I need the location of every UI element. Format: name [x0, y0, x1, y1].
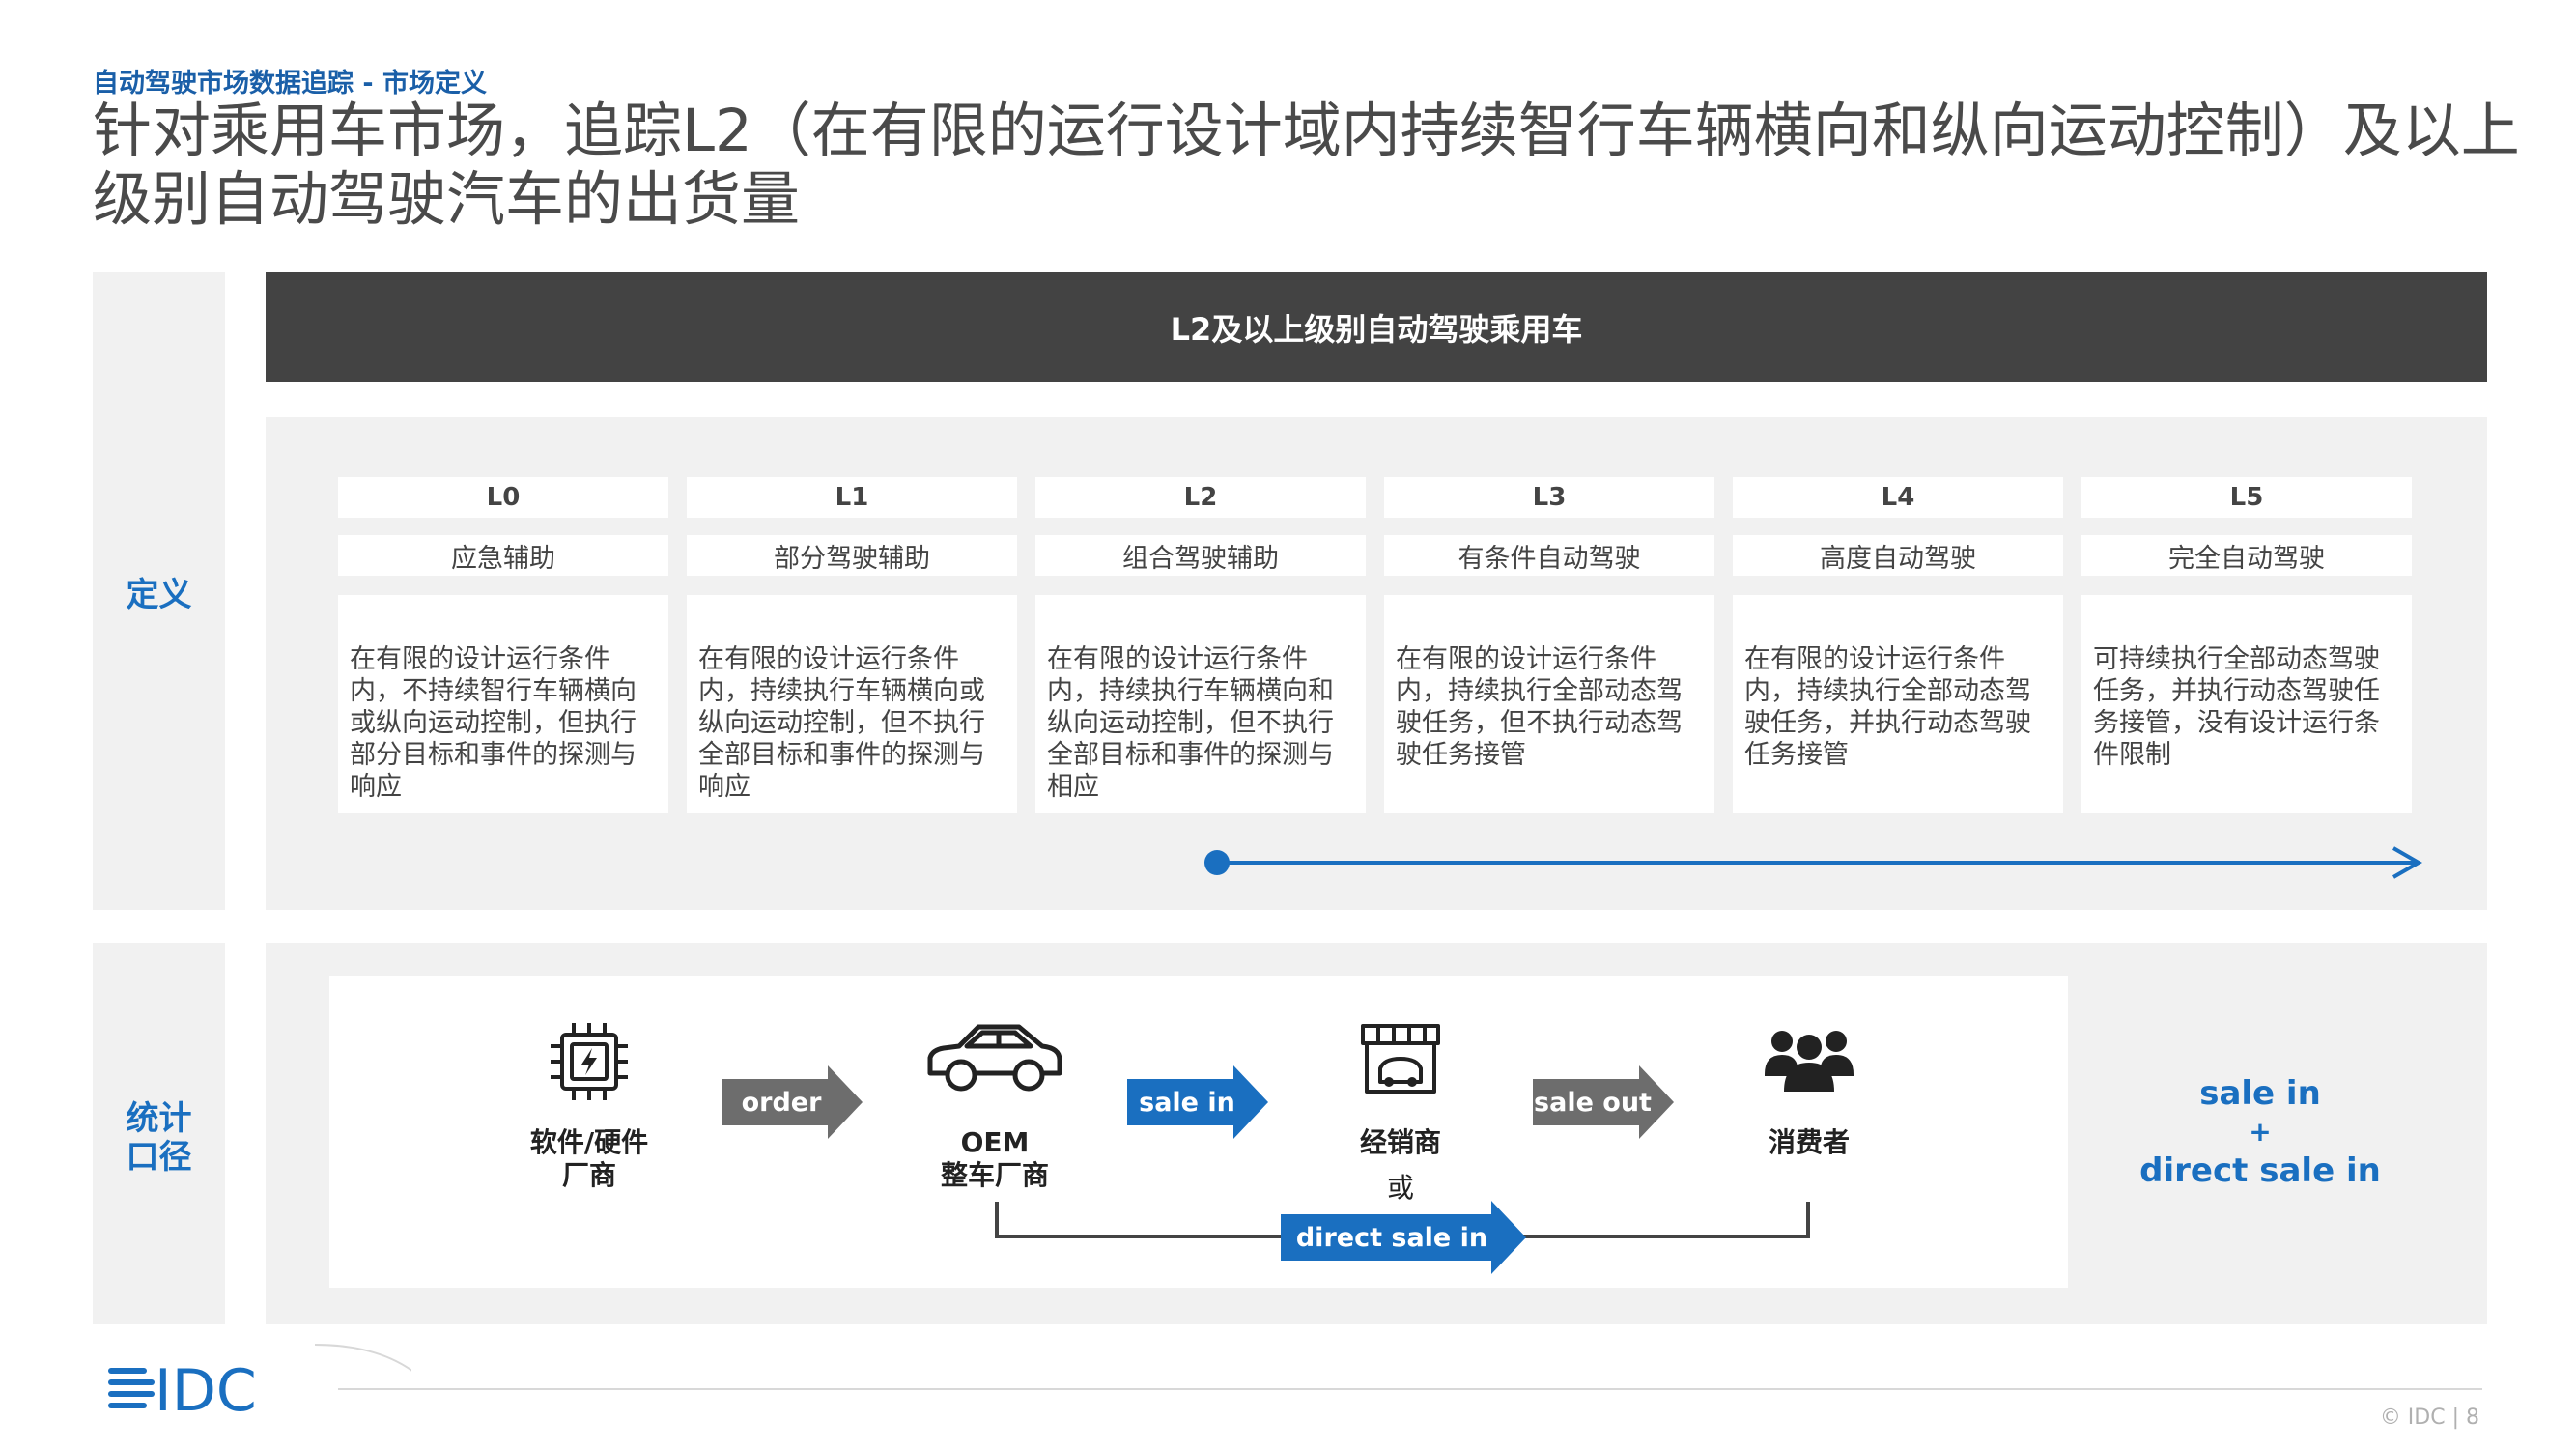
range-arrow — [1204, 846, 2423, 879]
sale-out-arrow-label: sale out — [1534, 1087, 1652, 1118]
level-name: 高度自动驾驶 — [1733, 535, 2063, 576]
consumer-label: 消费者 — [1768, 1126, 1850, 1158]
summary-plus: + — [2249, 1116, 2272, 1148]
supplier-label-line2: 厂商 — [561, 1159, 616, 1191]
dealer-label: 经销商 — [1359, 1126, 1441, 1158]
level-desc: 可持续执行全部动态驾驶任务，并执行动态驾驶任务接管，没有设计运行条件限制 — [2081, 595, 2412, 813]
banner-text: L2及以上级别自动驾驶乘用车 — [1170, 310, 1583, 348]
level-code: L5 — [2081, 477, 2412, 518]
level-desc: 在有限的设计运行条件内，不持续智行车辆横向或纵向运动控制，但执行部分目标和事件的… — [338, 595, 668, 813]
supertitle: 自动驾驶市场数据追踪 - 市场定义 — [93, 69, 488, 99]
idc-logo: IDC — [108, 1344, 411, 1420]
level-desc: 在有限的设计运行条件内，持续执行全部动态驾驶任务，并执行动态驾驶任务接管 — [1733, 595, 2063, 813]
oem-label-line2: 整车厂商 — [940, 1159, 1049, 1191]
chip-icon — [551, 1023, 628, 1100]
level-desc: 在有限的设计运行条件内，持续执行车辆横向或纵向运动控制，但不执行全部目标和事件的… — [687, 595, 1017, 813]
banner: L2及以上级别自动驾驶乘用车 — [266, 272, 2487, 382]
people-icon — [1765, 1031, 1854, 1092]
level-code: L2 — [1035, 477, 1366, 518]
copyright: © IDC | 8 — [2379, 1406, 2479, 1430]
level-code: L4 — [1733, 477, 2063, 518]
level-code: L0 — [338, 477, 668, 518]
order-arrow-label: order — [741, 1087, 822, 1118]
car-icon — [927, 1024, 1062, 1092]
scope-label-line2: 口径 — [126, 1138, 192, 1177]
logo-text: IDC — [155, 1357, 257, 1420]
level-name: 有条件自动驾驶 — [1384, 535, 1714, 576]
direct-sale-arrow-label: direct sale in — [1295, 1222, 1488, 1253]
sale-in-arrow-label: sale in — [1139, 1087, 1235, 1118]
definition-label: 定义 — [126, 576, 192, 614]
oem-label-line1: OEM — [960, 1126, 1030, 1158]
logo-stripes-icon — [108, 1368, 155, 1408]
level-name: 部分驾驶辅助 — [687, 535, 1017, 576]
supplier-label: 软件/硬件 厂商 — [493, 1126, 686, 1192]
supplier-label-line1: 软件/硬件 — [529, 1126, 649, 1158]
level-desc: 在有限的设计运行条件内，持续执行车辆横向和纵向运动控制，但不执行全部目标和事件的… — [1035, 595, 1366, 813]
summary-direct-sale-in: direct sale in — [2139, 1151, 2381, 1190]
level-name: 组合驾驶辅助 — [1035, 535, 1366, 576]
oem-label: OEM 整车厂商 — [898, 1126, 1091, 1192]
level-code: L1 — [687, 477, 1017, 518]
level-name: 完全自动驾驶 — [2081, 535, 2412, 576]
page-title: 针对乘用车市场，追踪L2（在有限的运行设计域内持续智行车辆横向和纵向运动控制）及… — [93, 97, 2520, 234]
summary-sale-in: sale in — [2199, 1074, 2321, 1113]
definition-side-panel: 定义 — [93, 272, 225, 910]
level-desc: 在有限的设计运行条件内，持续执行全部动态驾驶任务，但不执行动态驾驶任务接管 — [1384, 595, 1714, 813]
scope-label-line1: 统计 — [126, 1099, 192, 1138]
footer-divider — [338, 1388, 2482, 1390]
level-name: 应急辅助 — [338, 535, 668, 576]
level-code: L3 — [1384, 477, 1714, 518]
store-icon — [1361, 1024, 1440, 1094]
scope-side-panel: 统计 口径 — [93, 943, 225, 1324]
